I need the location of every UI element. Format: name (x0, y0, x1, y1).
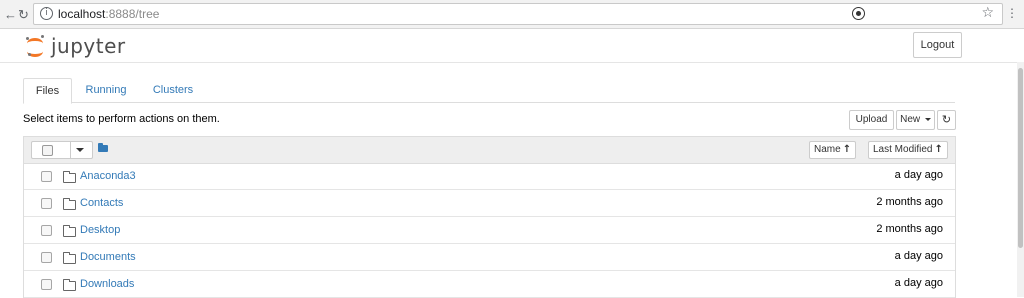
scrollbar-thumb[interactable] (1018, 68, 1023, 248)
caret-down-icon[interactable] (76, 148, 84, 152)
selection-instructions: Select items to perform actions on them. (23, 113, 220, 125)
item-last-modified: a day ago (894, 250, 943, 262)
last-modified-sort-label: Last Modified (873, 144, 933, 155)
mouse-cursor-icon (852, 7, 865, 20)
folder-icon (63, 279, 76, 291)
item-name-link[interactable]: Anaconda3 (80, 170, 136, 182)
item-checkbox[interactable] (41, 198, 52, 209)
list-item[interactable]: Documents a day ago (24, 244, 955, 271)
item-checkbox[interactable] (41, 225, 52, 236)
list-header: Name ↑ Last Modified ↑ (24, 137, 955, 164)
current-folder-icon[interactable] (98, 143, 108, 152)
item-checkbox[interactable] (41, 171, 52, 182)
sort-by-last-modified-button[interactable]: Last Modified ↑ (868, 141, 948, 159)
address-bar[interactable]: i localhost:8888/tree ☆ (33, 3, 1003, 25)
item-name-link[interactable]: Desktop (80, 224, 120, 236)
tab-bar: Files Running Clusters (23, 78, 955, 104)
page-scrollbar[interactable] (1017, 62, 1024, 297)
select-all-checkbox[interactable] (42, 145, 53, 156)
list-item[interactable]: Downloads a day ago (24, 271, 955, 298)
sort-arrow-icon: ↑ (934, 144, 943, 155)
name-sort-label: Name (814, 144, 841, 155)
list-item[interactable]: Anaconda3 a day ago (24, 163, 955, 190)
item-name-link[interactable]: Documents (80, 251, 136, 263)
item-checkbox[interactable] (41, 252, 52, 263)
tab-files[interactable]: Files (23, 78, 72, 104)
list-item[interactable]: Contacts 2 months ago (24, 190, 955, 217)
refresh-icon[interactable]: ↻ (937, 110, 956, 130)
new-button-label: New (900, 114, 921, 125)
folder-icon (63, 198, 76, 210)
folder-icon (63, 252, 76, 264)
browser-menu-icon[interactable]: ⋮ (1006, 6, 1018, 20)
tab-clusters[interactable]: Clusters (145, 78, 201, 102)
back-arrow-icon[interactable]: ← (4, 7, 17, 22)
caret-down-icon (924, 117, 931, 121)
url-host: localhost (58, 7, 106, 21)
item-last-modified: 2 months ago (876, 223, 943, 235)
logout-button[interactable]: Logout (913, 32, 962, 58)
jupyter-logo[interactable]: jupyter (25, 33, 126, 59)
url-path: :8888/tree (105, 7, 160, 21)
logo-text: jupyter (51, 34, 126, 58)
item-last-modified: a day ago (894, 277, 943, 289)
list-item[interactable]: Desktop 2 months ago (24, 217, 955, 244)
select-all-dropdown[interactable] (31, 141, 93, 159)
upload-button[interactable]: Upload (849, 110, 894, 130)
folder-icon (63, 171, 76, 183)
sort-arrow-icon: ↑ (842, 144, 852, 155)
url-text: localhost:8888/tree (58, 7, 159, 21)
item-name-link[interactable]: Downloads (80, 278, 134, 290)
tab-running[interactable]: Running (79, 78, 133, 102)
item-name-link[interactable]: Contacts (80, 197, 123, 209)
reload-icon[interactable]: ↻ (18, 7, 29, 23)
jupyter-header: jupyter Logout (0, 29, 1024, 63)
item-last-modified: a day ago (894, 169, 943, 181)
browser-toolbar: ← ↻ i localhost:8888/tree ☆ ⋮ (0, 0, 1024, 29)
folder-icon (63, 225, 76, 237)
item-checkbox[interactable] (41, 279, 52, 290)
info-icon[interactable]: i (40, 7, 53, 20)
new-dropdown-button[interactable]: New (896, 110, 935, 130)
file-list: Name ↑ Last Modified ↑ Anaconda3 a day ago… (23, 136, 956, 298)
jupyter-logo-icon (25, 35, 45, 57)
sort-by-name-button[interactable]: Name ↑ (809, 141, 857, 159)
bookmark-star-icon[interactable]: ☆ (981, 5, 994, 21)
item-last-modified: 2 months ago (876, 196, 943, 208)
